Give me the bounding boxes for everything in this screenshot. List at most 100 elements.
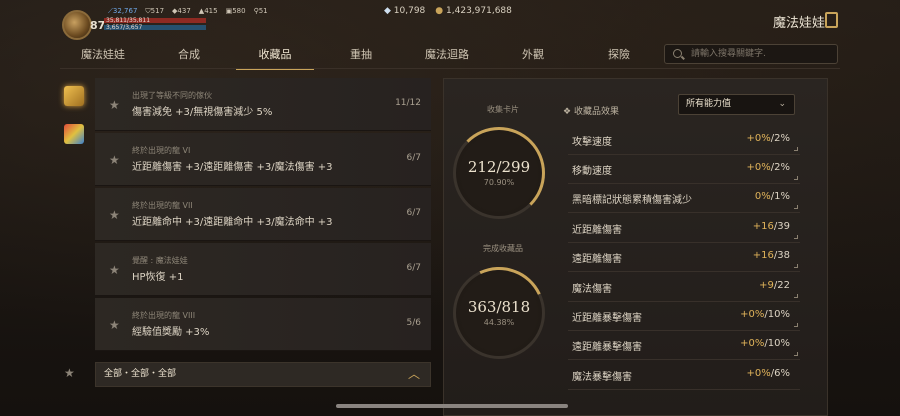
diamond-icon: ◆	[384, 6, 391, 16]
corner-mark-icon	[794, 294, 798, 298]
stat-4: ▲415	[198, 7, 218, 15]
item-category: 終於出現的龍 VIII	[132, 311, 196, 320]
list-item[interactable]: ★ 終於出現的龍 VIII 經驗值獎勵 +3% 5/6	[95, 298, 431, 351]
effect-value: +16/38	[752, 250, 790, 261]
player-stats: ⟋32,767 ⛉517 ◆437 ▲415 ▣580 ⚲51	[108, 7, 268, 16]
effect-value: +0%/2%	[746, 133, 790, 144]
effect-name: 魔法暴擊傷害	[572, 372, 632, 383]
corner-mark-icon	[794, 176, 798, 180]
nav-divider	[60, 68, 840, 69]
completed-label: 完成收藏品	[483, 244, 523, 253]
list-item[interactable]: ★ 終於出現的龍 VI 近距離傷害 +3/遠距離傷害 +3/魔法傷害 +3 6/…	[95, 133, 431, 186]
diamond-bullet-icon: ❖	[563, 107, 572, 117]
corner-mark-icon	[794, 264, 798, 268]
item-description: 近距離傷害 +3/遠距離傷害 +3/魔法傷害 +3	[132, 162, 333, 173]
stat-filter-select[interactable]: 所有能力值 ⌄	[678, 94, 795, 115]
corner-mark-icon	[794, 235, 798, 239]
effect-row: 攻擊速度 +0%/2%	[568, 125, 800, 155]
character-name: 魔法娃娃	[773, 16, 826, 31]
collection-gem-icon[interactable]	[64, 124, 84, 144]
star-icon[interactable]: ★	[109, 208, 120, 222]
effect-name: 遠距離傷害	[572, 254, 622, 265]
exit-menu-icon[interactable]	[825, 12, 838, 28]
tab-compose[interactable]: 合成	[146, 44, 232, 66]
item-description: 經驗值獎勵 +3%	[132, 327, 210, 338]
filter-dropdown[interactable]: 全部・全部・全部 ︿	[95, 362, 431, 387]
item-description: HP恢復 +1	[132, 272, 184, 283]
home-indicator[interactable]	[336, 404, 568, 408]
tab-magic-circuit[interactable]: 魔法迴路	[404, 44, 490, 66]
corner-mark-icon	[794, 147, 798, 151]
list-item[interactable]: ★ 終於出現的龍 VII 近距離命中 +3/遠距離命中 +3/魔法命中 +3 6…	[95, 188, 431, 241]
cards-label: 收集卡片	[487, 105, 519, 114]
stat-3: ◆437	[172, 7, 191, 15]
item-description: 傷害減免 +3/無視傷害減少 5%	[132, 107, 273, 118]
completed-value: 363/818	[467, 298, 531, 316]
gold-currency: ● 1,423,971,688	[435, 6, 512, 16]
stat-5: ▣580	[225, 7, 246, 15]
effect-name: 近距離暴擊傷害	[572, 313, 642, 324]
effect-row: 魔法暴擊傷害 +0%/6%	[568, 360, 800, 390]
item-count: 6/7	[406, 153, 421, 163]
cards-percent: 70.90%	[483, 178, 515, 187]
completed-progress-ring: 363/818 44.38%	[440, 254, 558, 372]
effect-row: 近距離暴擊傷害 +0%/10%	[568, 301, 800, 331]
effect-value: +0%/6%	[746, 368, 790, 379]
avatar[interactable]	[62, 10, 92, 40]
stat-filter-value: 所有能力值	[686, 99, 732, 109]
effect-row: 黑暗標記狀態累積傷害減少 0%/1%	[568, 183, 800, 213]
effect-name: 移動速度	[572, 166, 612, 177]
collection-book-icon[interactable]	[64, 86, 84, 106]
tab-reroll[interactable]: 重抽	[318, 44, 404, 66]
effect-name: 攻擊速度	[572, 137, 612, 148]
star-icon[interactable]: ★	[109, 98, 120, 112]
item-count: 6/7	[406, 208, 421, 218]
effect-value: +9/22	[759, 280, 790, 291]
tab-explore[interactable]: 探險	[576, 44, 662, 66]
effect-row: 近距離傷害 +16/39	[568, 213, 800, 243]
item-category: 出現了等級不同的傢伙	[132, 91, 212, 100]
item-category: 終於出現的龍 VII	[132, 201, 193, 210]
effect-value: +0%/10%	[740, 338, 790, 349]
item-description: 近距離命中 +3/遠距離命中 +3/魔法命中 +3	[132, 217, 333, 228]
effect-value: +0%/10%	[740, 309, 790, 320]
top-bar: 87 ⟋32,767 ⛉517 ◆437 ▲415 ▣580 ⚲51 35,81…	[0, 0, 900, 40]
effect-row: 魔法傷害 +9/22	[568, 272, 800, 302]
star-icon[interactable]: ★	[109, 153, 120, 167]
item-count: 5/6	[406, 318, 421, 328]
search-icon	[673, 49, 682, 58]
cards-progress-ring: 212/299 70.90%	[453, 127, 545, 219]
stat-2: ⛉517	[145, 7, 165, 15]
main-tabs: 魔法娃娃 合成 收藏品 重抽 魔法迴路 外觀 探險	[60, 44, 662, 70]
star-icon[interactable]: ★	[109, 263, 120, 277]
chevron-down-icon: ⌄	[778, 99, 786, 109]
effect-value: +16/39	[752, 221, 790, 232]
list-item[interactable]: ★ 覺醒 : 魔法娃娃 HP恢復 +1 6/7	[95, 243, 431, 296]
effect-name: 黑暗標記狀態累積傷害減少	[572, 195, 692, 206]
stat-power: ⟋32,767	[108, 7, 138, 15]
corner-mark-icon	[794, 352, 798, 356]
completed-percent: 44.38%	[483, 318, 515, 327]
effect-name: 遠距離暴擊傷害	[572, 342, 642, 353]
search-placeholder: 請輸入搜尋關鍵字.	[691, 49, 766, 59]
filter-label: 全部・全部・全部	[104, 369, 177, 379]
favorites-star-icon[interactable]: ★	[64, 366, 75, 380]
search-input[interactable]: 請輸入搜尋關鍵字.	[664, 44, 838, 64]
cards-value: 212/299	[467, 158, 531, 176]
star-icon[interactable]: ★	[109, 318, 120, 332]
tab-collection[interactable]: 收藏品	[232, 44, 318, 70]
tab-magic-doll[interactable]: 魔法娃娃	[60, 44, 146, 66]
effect-name: 魔法傷害	[572, 284, 612, 295]
item-category: 覺醒 : 魔法娃娃	[132, 256, 188, 265]
effects-title: ❖ 收藏品效果	[563, 107, 619, 117]
tab-appearance[interactable]: 外觀	[490, 44, 576, 66]
list-item[interactable]: ★ 出現了等級不同的傢伙 傷害減免 +3/無視傷害減少 5% 11/12	[95, 78, 431, 131]
effect-value: +0%/2%	[746, 162, 790, 173]
diamond-currency: ◆ 10,798	[384, 6, 426, 16]
effect-row: 移動速度 +0%/2%	[568, 154, 800, 184]
effect-name: 近距離傷害	[572, 225, 622, 236]
mp-text: 3,657/3,657	[106, 24, 143, 31]
corner-mark-icon	[794, 323, 798, 327]
chevron-up-icon: ︿	[407, 367, 420, 381]
effect-row: 遠距離暴擊傷害 +0%/10%	[568, 330, 800, 360]
